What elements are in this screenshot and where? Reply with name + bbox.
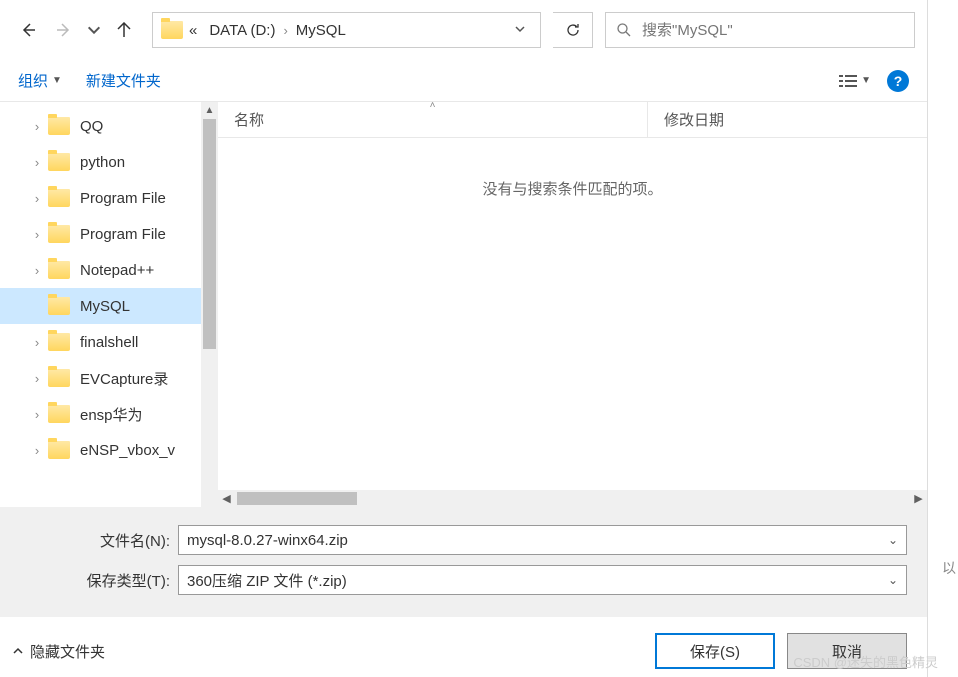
arrow-up-icon [116, 22, 132, 38]
address-bar[interactable]: « DATA (D:) › MySQL [152, 12, 541, 48]
side-text: 以 [942, 558, 956, 578]
up-button[interactable] [108, 14, 140, 46]
arrow-right-icon [56, 22, 72, 38]
horizontal-scrollbar[interactable]: ◀ ▶ [218, 490, 927, 507]
filetype-select[interactable]: 360压缩 ZIP 文件 (*.zip) ⌄ [178, 565, 907, 595]
hscroll-thumb[interactable] [237, 492, 357, 505]
chevron-right-icon: › [281, 23, 289, 38]
refresh-icon [565, 22, 581, 38]
list-view-icon [839, 74, 857, 88]
expand-icon[interactable]: › [30, 263, 44, 278]
folder-icon [48, 153, 70, 171]
address-dropdown[interactable] [504, 22, 536, 38]
tree-item-label: QQ [80, 118, 103, 135]
toolbar: 组织 ▼ 新建文件夹 ▼ ? [0, 60, 927, 102]
chevron-down-icon [86, 22, 102, 38]
filename-label: 文件名(N): [20, 530, 170, 551]
chevron-down-icon [514, 23, 526, 35]
tree-item[interactable]: › finalshell [0, 324, 218, 360]
help-button[interactable]: ? [887, 70, 909, 92]
expand-icon[interactable]: › [30, 191, 44, 206]
folder-icon [48, 405, 70, 423]
new-folder-button[interactable]: 新建文件夹 [86, 70, 161, 91]
tree-item-label: finalshell [80, 334, 138, 351]
filetype-label: 保存类型(T): [20, 570, 170, 591]
recent-button[interactable] [84, 14, 104, 46]
tree-item[interactable]: › Program File [0, 180, 218, 216]
tree-item[interactable]: ›MySQL [0, 288, 218, 324]
expand-icon[interactable]: › [30, 407, 44, 422]
tree-item[interactable]: › QQ [0, 108, 218, 144]
tree-item[interactable]: › Program File [0, 216, 218, 252]
search-icon [616, 22, 632, 38]
folder-icon [48, 189, 70, 207]
expand-icon[interactable]: › [30, 155, 44, 170]
column-header-modified[interactable]: 修改日期 [648, 109, 740, 130]
view-options-button[interactable]: ▼ [839, 74, 871, 88]
tree-item[interactable]: › eNSP_vbox_v [0, 432, 218, 468]
folder-icon [48, 117, 70, 135]
forward-button[interactable] [48, 14, 80, 46]
chevron-up-icon [12, 645, 24, 657]
save-form: 文件名(N): mysql-8.0.27-winx64.zip ⌄ 保存类型(T… [0, 507, 927, 617]
folder-icon [161, 21, 183, 39]
tree-item[interactable]: › python [0, 144, 218, 180]
save-button[interactable]: 保存(S) [655, 633, 775, 669]
file-list-panel: ˄ 名称 修改日期 没有与搜索条件匹配的项。 ◀ ▶ [218, 102, 927, 507]
chevron-down-icon[interactable]: ⌄ [888, 533, 898, 547]
scroll-up-icon[interactable]: ▲ [201, 102, 218, 119]
tree-item-label: EVCapture录 [80, 368, 168, 389]
tree-item-label: Program File [80, 190, 166, 207]
tree-item[interactable]: › Notepad++ [0, 252, 218, 288]
search-box[interactable] [605, 12, 915, 48]
expand-icon[interactable]: › [30, 443, 44, 458]
expand-icon[interactable]: › [30, 371, 44, 386]
dialog-footer: 隐藏文件夹 保存(S) 取消 [0, 617, 927, 677]
search-input[interactable] [642, 22, 904, 39]
refresh-button[interactable] [553, 12, 593, 48]
main-area: › QQ › python › Program File › Program File › Not… [0, 102, 927, 507]
chevron-down-icon[interactable]: ⌄ [888, 573, 898, 587]
navigation-bar: « DATA (D:) › MySQL [0, 0, 927, 60]
column-headers: ˄ 名称 修改日期 [218, 102, 927, 138]
scroll-right-icon[interactable]: ▶ [910, 490, 927, 507]
path-segment-folder[interactable]: MySQL [290, 22, 352, 39]
tree-item[interactable]: › EVCapture录 [0, 360, 218, 396]
tree-item[interactable]: › ensp华为 [0, 396, 218, 432]
tree-item-label: Program File [80, 226, 166, 243]
back-button[interactable] [12, 14, 44, 46]
folder-icon [48, 333, 70, 351]
tree-scrollbar[interactable]: ▲ [201, 102, 218, 507]
cancel-button[interactable]: 取消 [787, 633, 907, 669]
expand-icon[interactable]: › [30, 227, 44, 242]
path-segment-drive[interactable]: DATA (D:) [203, 22, 281, 39]
empty-message: 没有与搜索条件匹配的项。 [218, 138, 927, 239]
folder-icon [48, 369, 70, 387]
expand-icon[interactable]: › [30, 119, 44, 134]
expand-icon[interactable]: › [30, 335, 44, 350]
tree-item-label: eNSP_vbox_v [80, 442, 175, 459]
organize-button[interactable]: 组织 ▼ [18, 70, 62, 91]
folder-icon [48, 261, 70, 279]
hide-folders-toggle[interactable]: 隐藏文件夹 [12, 641, 105, 662]
path-prefix: « [183, 22, 203, 39]
scroll-left-icon[interactable]: ◀ [218, 490, 235, 507]
folder-icon [48, 225, 70, 243]
folder-icon [48, 441, 70, 459]
folder-icon [48, 297, 70, 315]
tree-item-label: ensp华为 [80, 404, 143, 425]
tree-item-label: MySQL [80, 298, 130, 315]
arrow-left-icon [20, 22, 36, 38]
scroll-thumb[interactable] [203, 119, 216, 349]
sort-indicator-icon: ˄ [430, 102, 436, 111]
column-header-name[interactable]: ˄ 名称 [218, 102, 648, 137]
filename-input[interactable]: mysql-8.0.27-winx64.zip ⌄ [178, 525, 907, 555]
tree-item-label: python [80, 154, 125, 171]
tree-item-label: Notepad++ [80, 262, 154, 279]
folder-tree: › QQ › python › Program File › Program File › Not… [0, 102, 218, 507]
